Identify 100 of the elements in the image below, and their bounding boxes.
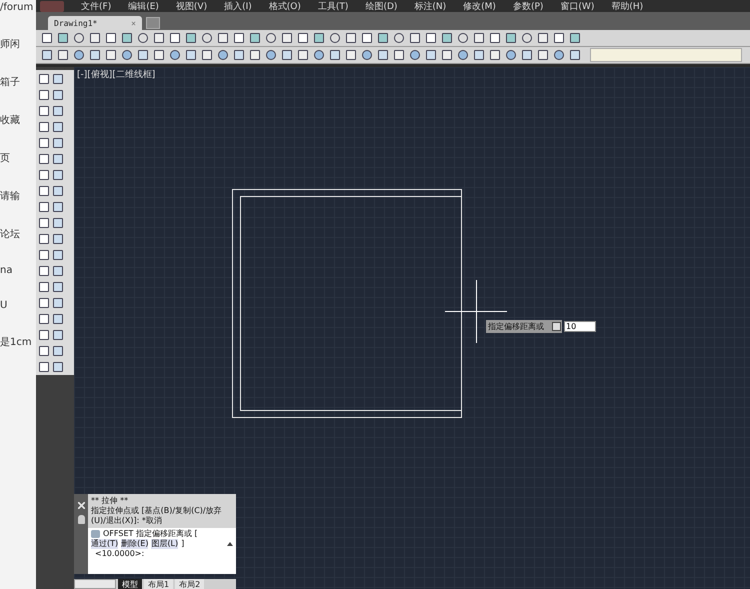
- tool-icon[interactable]: [488, 48, 501, 62]
- draw-tool-icon[interactable]: [37, 280, 50, 293]
- menu-item[interactable]: 格式(O): [268, 0, 301, 12]
- draw-tool-icon[interactable]: [37, 88, 50, 101]
- modify-tool-icon[interactable]: [51, 232, 64, 245]
- scroll-up-icon[interactable]: [227, 542, 233, 546]
- layout-tab[interactable]: 布局2: [175, 578, 204, 589]
- draw-tool-icon[interactable]: [37, 72, 50, 85]
- tool-icon[interactable]: [392, 48, 405, 62]
- menu-item[interactable]: 窗口(W): [560, 0, 594, 12]
- draw-tool-icon[interactable]: [37, 184, 50, 197]
- tool-icon[interactable]: [72, 32, 85, 44]
- tool-icon[interactable]: [472, 32, 485, 44]
- tool-icon[interactable]: [184, 32, 197, 44]
- tool-icon[interactable]: [248, 48, 261, 62]
- modify-tool-icon[interactable]: [51, 72, 64, 85]
- modify-tool-icon[interactable]: [51, 152, 64, 165]
- draw-tool-icon[interactable]: [37, 312, 50, 325]
- tool-icon[interactable]: [136, 32, 149, 44]
- tool-icon[interactable]: [120, 32, 133, 44]
- modify-tool-icon[interactable]: [51, 184, 64, 197]
- command-option-link[interactable]: 通过(T): [91, 539, 118, 549]
- tool-icon[interactable]: [328, 32, 341, 44]
- tool-icon[interactable]: [568, 32, 581, 44]
- tool-icon[interactable]: [312, 32, 325, 44]
- tool-icon[interactable]: [344, 32, 357, 44]
- draw-tool-icon[interactable]: [37, 360, 50, 373]
- tool-icon[interactable]: [360, 32, 373, 44]
- tool-icon[interactable]: [504, 48, 517, 62]
- tool-icon[interactable]: [88, 32, 101, 44]
- draw-tool-icon[interactable]: [37, 328, 50, 341]
- menu-item[interactable]: 插入(I): [224, 0, 252, 12]
- tool-icon[interactable]: [456, 32, 469, 44]
- tool-icon[interactable]: [408, 32, 421, 44]
- tool-icon[interactable]: [40, 32, 53, 44]
- modify-tool-icon[interactable]: [51, 344, 64, 357]
- tool-icon[interactable]: [248, 32, 261, 44]
- tool-icon[interactable]: [216, 48, 229, 62]
- draw-tool-icon[interactable]: [37, 104, 50, 117]
- draw-tool-icon[interactable]: [37, 168, 50, 181]
- tool-icon[interactable]: [88, 48, 101, 62]
- tool-icon[interactable]: [120, 48, 133, 62]
- menu-item[interactable]: 标注(N): [414, 0, 446, 12]
- draw-tool-icon[interactable]: [37, 200, 50, 213]
- modify-tool-icon[interactable]: [51, 120, 64, 133]
- tool-icon[interactable]: [296, 32, 309, 44]
- tool-icon[interactable]: [376, 48, 389, 62]
- modify-tool-icon[interactable]: [51, 328, 64, 341]
- tool-icon[interactable]: [296, 48, 309, 62]
- menu-item[interactable]: 参数(P): [512, 0, 544, 12]
- tool-icon[interactable]: [376, 32, 389, 44]
- modify-tool-icon[interactable]: [51, 216, 64, 229]
- tool-icon[interactable]: [424, 32, 437, 44]
- tool-icon[interactable]: [264, 48, 277, 62]
- draw-tool-icon[interactable]: [37, 264, 50, 277]
- modify-tool-icon[interactable]: [51, 296, 64, 309]
- menu-item[interactable]: 文件(F): [81, 0, 112, 12]
- tool-icon[interactable]: [520, 32, 533, 44]
- tool-icon[interactable]: [216, 32, 229, 44]
- draw-tool-icon[interactable]: [37, 344, 50, 357]
- modify-tool-icon[interactable]: [51, 312, 64, 325]
- modify-tool-icon[interactable]: [51, 264, 64, 277]
- tool-icon[interactable]: [184, 48, 197, 62]
- tool-icon[interactable]: [232, 32, 245, 44]
- layout-tab[interactable]: 模型: [118, 578, 142, 589]
- viewport-label[interactable]: [-][俯视][二维线框]: [77, 68, 156, 81]
- tool-icon[interactable]: [536, 32, 549, 44]
- tool-icon[interactable]: [568, 48, 581, 62]
- modify-tool-icon[interactable]: [51, 248, 64, 261]
- tool-icon[interactable]: [392, 32, 405, 44]
- distance-input-field[interactable]: 10: [564, 321, 596, 332]
- tool-icon[interactable]: [168, 48, 181, 62]
- layout-tab[interactable]: 布局1: [144, 578, 174, 589]
- menu-item[interactable]: 绘图(D): [365, 0, 398, 12]
- tool-icon[interactable]: [232, 48, 245, 62]
- tool-icon[interactable]: [152, 48, 165, 62]
- tool-icon[interactable]: [200, 48, 213, 62]
- tool-icon[interactable]: [472, 48, 485, 62]
- tool-icon[interactable]: [552, 48, 565, 62]
- close-icon[interactable]: [78, 502, 84, 509]
- modify-tool-icon[interactable]: [51, 168, 64, 181]
- draw-tool-icon[interactable]: [37, 232, 50, 245]
- tool-icon[interactable]: [280, 32, 293, 44]
- modify-tool-icon[interactable]: [51, 136, 64, 149]
- menu-item[interactable]: 视图(V): [176, 0, 208, 12]
- tool-icon[interactable]: [136, 48, 149, 62]
- draw-tool-icon[interactable]: [37, 248, 50, 261]
- draw-tool-icon[interactable]: [37, 216, 50, 229]
- tool-icon[interactable]: [104, 48, 117, 62]
- draw-tool-icon[interactable]: [37, 120, 50, 133]
- tool-icon[interactable]: [264, 32, 277, 44]
- draw-tool-icon[interactable]: [37, 296, 50, 309]
- menu-item[interactable]: 帮助(H): [611, 0, 644, 12]
- tool-icon[interactable]: [56, 48, 69, 62]
- drawing-viewport[interactable]: [-][俯视][二维线框] 指定偏移距离或 10 ** 拉伸 ** 指定拉伸点或 [基点(B)/复制(C)/放弃(U)/退出(X)]: *取消 OFFSET 指定偏移距离或 [ 通过(T) 删除(E) 图层(L) ] <10.0000>: 模型 布局1 布局2: [74, 67, 750, 589]
- menu-item[interactable]: 修改(M): [463, 0, 496, 12]
- tool-icon[interactable]: [328, 48, 341, 62]
- document-tab[interactable]: Drawing1* ×: [48, 16, 142, 30]
- tool-icon[interactable]: [152, 32, 165, 44]
- tool-icon[interactable]: [72, 48, 85, 62]
